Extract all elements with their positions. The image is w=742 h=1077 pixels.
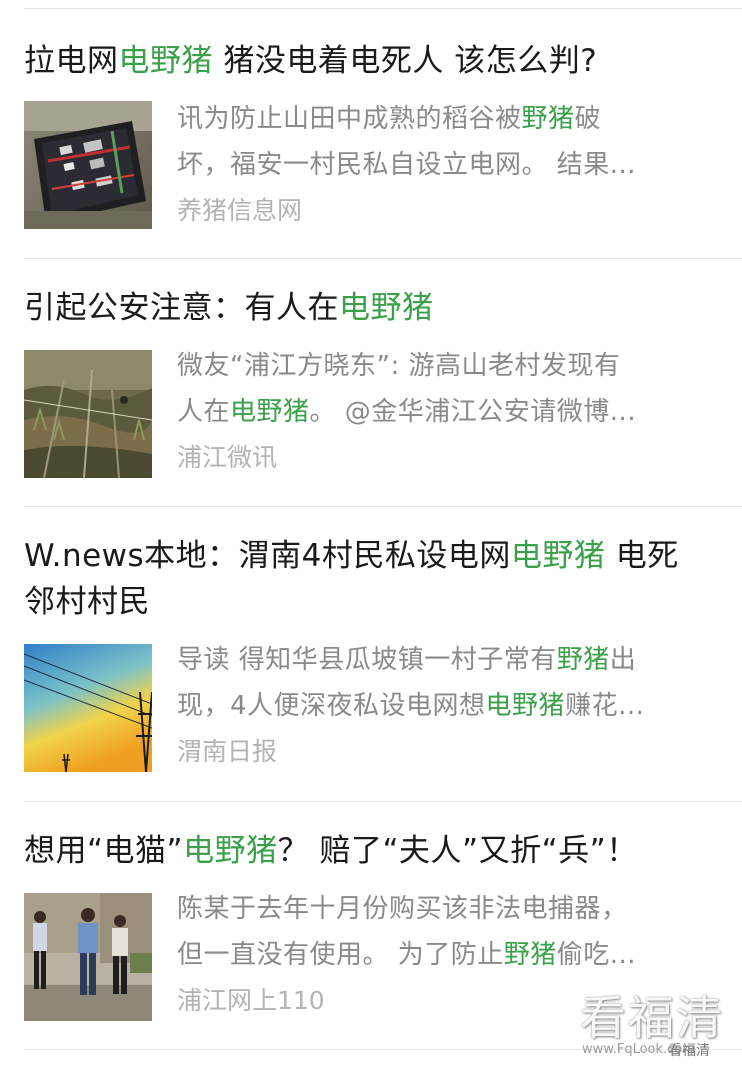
snippet-line: 讯为防止山田中成熟的稻谷被野猪破 <box>177 96 712 142</box>
snippet-line: 坏，福安一村民私自设立电网。 结果... <box>177 142 712 188</box>
item-divider <box>24 801 742 802</box>
snippet-line: 现，4人便深夜私设电网想电野猪赚花... <box>177 683 712 729</box>
text-segment: 猪没电着电死人 该怎么判? <box>213 43 598 79</box>
item-divider <box>24 258 742 259</box>
keyword-highlight: 电野猪 <box>339 290 434 326</box>
text-segment: 破 <box>574 104 602 134</box>
keyword-highlight: 电野猪 <box>230 397 310 427</box>
text-segment: 现，4人便深夜私设电网想 <box>177 691 486 721</box>
people-outdoors-photo <box>24 893 152 1021</box>
article-thumbnail[interactable] <box>24 893 152 1021</box>
article-title[interactable]: 想用“电猫”电野猪？ 赔了“夫人”又折“兵”！ <box>24 828 704 874</box>
watermark-text: 看福清 <box>580 991 724 1045</box>
keyword-highlight: 野猪 <box>521 104 575 134</box>
text-segment: 陈某于去年十月份购买该非法电捕器， <box>177 894 628 924</box>
snippet-line: 陈某于去年十月份购买该非法电捕器， <box>177 886 712 932</box>
article-source[interactable]: 浦江微讯 <box>177 442 277 474</box>
article-thumbnail[interactable] <box>24 101 152 229</box>
keyword-highlight: 电野猪 <box>510 538 606 574</box>
power-line-sky-photo <box>24 644 152 772</box>
article-source[interactable]: 浦江网上110 <box>177 985 325 1017</box>
article-thumbnail[interactable] <box>24 644 152 772</box>
text-segment: 偷吃... <box>556 940 637 970</box>
keyword-highlight: 电野猪 <box>485 691 566 721</box>
article-snippet: 陈某于去年十月份购买该非法电捕器， 但一直没有使用。 为了防止野猪偷吃... <box>177 886 712 978</box>
watermark-small-text: 看福清 <box>668 1043 710 1059</box>
snippet-line: 导读 得知华县瓜坡镇一村子常有野猪出 <box>177 637 712 683</box>
article-source[interactable]: 养猪信息网 <box>177 195 302 227</box>
text-segment: 讯为防止山田中成熟的稻谷被 <box>177 104 522 134</box>
text-segment: 。 @金华浦江公安请微博... <box>309 397 637 427</box>
text-segment: 出 <box>609 645 637 675</box>
text-segment: W.news本地：渭南4村民私设电网 <box>24 538 511 574</box>
text-segment: 引起公安注意：有人在 <box>24 290 339 326</box>
keyword-highlight: 野猪 <box>556 645 610 675</box>
article-snippet: 导读 得知华县瓜坡镇一村子常有野猪出 现，4人便深夜私设电网想电野猪赚花... <box>177 637 712 729</box>
article-title[interactable]: W.news本地：渭南4村民私设电网电野猪 电死邻村村民 <box>24 533 704 625</box>
item-divider <box>24 506 742 507</box>
snippet-line: 人在电野猪。 @金华浦江公安请微博... <box>177 389 712 435</box>
text-segment: 赚花... <box>565 691 645 721</box>
text-segment: 想用“电猫” <box>24 833 184 869</box>
article-title[interactable]: 拉电网电野猪 猪没电着电死人 该怎么判? <box>24 38 704 84</box>
text-segment: 人在 <box>177 397 231 427</box>
keyword-highlight: 电野猪 <box>118 43 213 79</box>
article-snippet: 微友“浦江方晓东”: 游高山老村发现有 人在电野猪。 @金华浦江公安请微博... <box>177 343 712 435</box>
text-segment: 拉电网 <box>24 43 119 79</box>
snippet-line: 但一直没有使用。 为了防止野猪偷吃... <box>177 932 712 978</box>
text-segment: 微友“浦江方晓东”: 游高山老村发现有 <box>177 351 621 381</box>
article-thumbnail[interactable] <box>24 350 152 478</box>
text-segment: 坏，福安一村民私自设立电网。 结果... <box>177 150 637 180</box>
text-segment: 但一直没有使用。 为了防止 <box>177 940 504 970</box>
text-segment: 导读 得知华县瓜坡镇一村子常有 <box>177 645 557 675</box>
hillside-wire-photo <box>24 350 152 478</box>
snippet-line: 微友“浦江方晓东”: 游高山老村发现有 <box>177 343 712 389</box>
article-title[interactable]: 引起公安注意：有人在电野猪 <box>24 285 704 331</box>
top-divider <box>24 8 742 9</box>
text-segment: ？ 赔了“夫人”又折“兵”！ <box>277 833 638 869</box>
keyword-highlight: 野猪 <box>503 940 557 970</box>
keyword-highlight: 电野猪 <box>183 833 278 869</box>
article-snippet: 讯为防止山田中成熟的稻谷被野猪破 坏，福安一村民私自设立电网。 结果... <box>177 96 712 188</box>
watermark-logo: 看福清 www.FqLook.com 看福清 <box>580 990 730 1070</box>
electric-box-photo <box>24 101 152 229</box>
article-source[interactable]: 渭南日报 <box>177 736 277 768</box>
